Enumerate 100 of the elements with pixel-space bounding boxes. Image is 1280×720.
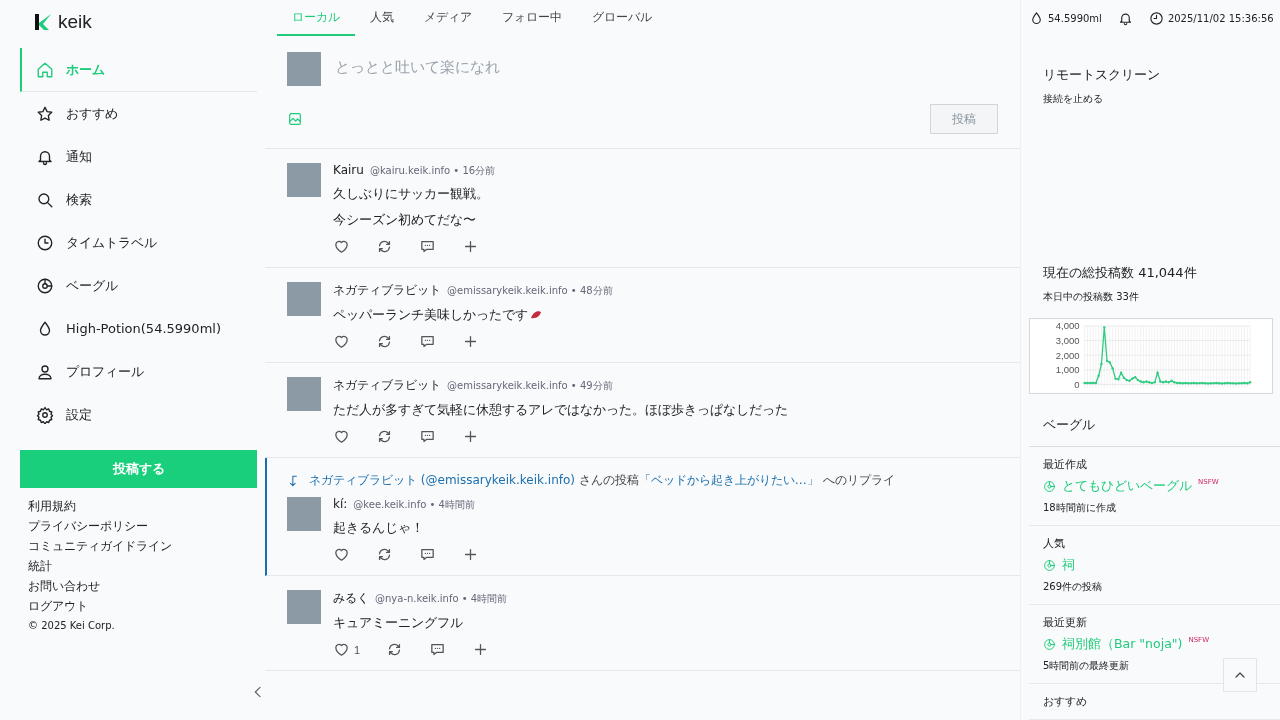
heart-icon xyxy=(333,238,350,255)
bagel-meta: 18時間前に作成 xyxy=(1043,501,1117,515)
nav-item[interactable]: ベーグル xyxy=(20,264,257,307)
person-icon xyxy=(36,362,54,381)
timeline-tab[interactable]: メディア xyxy=(409,0,487,36)
star-icon xyxy=(36,104,54,123)
data-point xyxy=(1119,371,1123,374)
avatar-image xyxy=(287,52,321,86)
footer-link[interactable]: お問い合わせ xyxy=(28,578,249,595)
like-button[interactable] xyxy=(333,546,350,563)
y-tick-label: 2,000 xyxy=(1055,349,1080,361)
data-point xyxy=(1097,374,1100,377)
like-button[interactable] xyxy=(333,333,350,350)
timeline-tab[interactable]: グローバル xyxy=(577,0,667,36)
nav-item[interactable]: おすすめ xyxy=(20,92,257,135)
nav-item[interactable]: タイムトラベル xyxy=(20,221,257,264)
copyright-text: © 2025 Kei Corp. xyxy=(28,620,116,631)
avatar-image xyxy=(287,497,321,531)
comment-icon xyxy=(419,428,436,445)
timeline-tab[interactable]: フォロー中 xyxy=(487,0,577,36)
post-meta: @emissarykeik.keik.info • 48分前 xyxy=(447,284,613,298)
reply-button[interactable] xyxy=(419,333,436,350)
y-tick-label: 1,000 xyxy=(1055,364,1080,376)
like-button[interactable] xyxy=(333,428,350,445)
add-button[interactable] xyxy=(462,238,479,255)
y-tick-label: 0 xyxy=(1074,378,1080,390)
section-title: リモートスクリーン xyxy=(1043,65,1161,84)
comment-icon xyxy=(419,333,436,350)
repost-icon xyxy=(376,333,393,350)
nav-item[interactable]: 通知 xyxy=(20,135,257,178)
nav-item[interactable]: プロフィール xyxy=(20,350,257,393)
like-button[interactable] xyxy=(333,238,350,255)
reply-button[interactable] xyxy=(419,238,436,255)
like-button[interactable]: 1 xyxy=(333,641,361,658)
bagel-icon xyxy=(1043,559,1056,572)
avatar-image xyxy=(287,282,321,316)
add-button[interactable] xyxy=(462,333,479,350)
search-icon xyxy=(36,190,54,209)
reply-button[interactable] xyxy=(419,546,436,563)
reply-button[interactable] xyxy=(419,428,436,445)
repost-button[interactable] xyxy=(376,238,393,255)
bagel-meta: 5時間前の最終更新 xyxy=(1043,659,1131,673)
footer-link[interactable]: 統計 xyxy=(28,558,249,575)
nav-item[interactable]: High-Potion(54.5990ml) xyxy=(20,307,257,350)
plus-icon xyxy=(462,238,479,255)
post-meta: @kairu.keik.info • 16分前 xyxy=(369,164,496,178)
repost-button[interactable] xyxy=(376,333,393,350)
user-name[interactable]: みるく xyxy=(333,590,369,607)
post-meta: @emissarykeik.keik.info • 49分前 xyxy=(447,379,613,393)
add-button[interactable] xyxy=(462,428,479,445)
nav-item[interactable]: 検索 xyxy=(20,178,257,221)
footer-link[interactable]: コミュニティガイドライン xyxy=(28,538,249,555)
heart-icon xyxy=(333,428,350,445)
logo-icon xyxy=(34,13,52,31)
section-heading: 最近更新 xyxy=(1043,615,1088,630)
clock-icon xyxy=(36,233,54,252)
comment-icon xyxy=(419,546,436,563)
data-point xyxy=(1156,371,1159,374)
post-meta: @kee.keik.info • 4時間前 xyxy=(353,498,475,512)
avatar-image xyxy=(287,377,321,411)
date-time: 2025/11/02 15:36:56 xyxy=(1167,13,1274,25)
disconnect-link[interactable]: 接続を止める xyxy=(1043,91,1280,106)
comment-icon xyxy=(419,238,436,255)
logo-text: keik xyxy=(58,11,92,33)
today-posts-text: 本日中の投稿数 33件 xyxy=(1043,289,1140,304)
footer-link[interactable]: ログアウト xyxy=(28,598,249,615)
post-text: キュアミーニングフル xyxy=(333,614,463,632)
plus-icon xyxy=(462,546,479,563)
heart-icon xyxy=(333,641,350,658)
settings-icon xyxy=(36,405,54,424)
avatar-image xyxy=(287,163,321,197)
compose-field[interactable]: とっとと吐いて楽になれ xyxy=(335,52,998,82)
user-link[interactable]: ネガティブラビット (@emissarykeik.keik.info) xyxy=(309,473,575,487)
total-posts-title: 現在の総投稿数 41,044件 xyxy=(1043,263,1198,282)
section-title: ベーグル xyxy=(1029,394,1280,447)
post-text: ただ人が多すぎて気軽に休憩するアレではなかった。ほぼ歩きっぱなしだった xyxy=(333,401,788,419)
plus-icon xyxy=(462,428,479,445)
y-tick-label: 4,000 xyxy=(1055,320,1080,332)
bagel-icon xyxy=(1043,638,1056,651)
plus-icon xyxy=(462,333,479,350)
post-text: 今シーズン初めてだな〜 xyxy=(333,211,476,229)
user-name[interactable]: ネガティブラビット xyxy=(333,282,441,299)
nav-item[interactable]: 設定 xyxy=(20,393,257,436)
repost-button[interactable] xyxy=(376,428,393,445)
data-point xyxy=(1100,362,1103,366)
bagel-icon xyxy=(36,276,54,295)
reply-button[interactable] xyxy=(429,641,447,658)
post-text: 起きるんじゃ！ xyxy=(333,519,424,537)
user-name[interactable]: Kairu xyxy=(333,163,364,177)
footer-link[interactable]: 利用規約 xyxy=(28,498,249,515)
avatar-image xyxy=(287,590,321,624)
bell-icon xyxy=(1117,11,1133,27)
add-button[interactable] xyxy=(462,546,479,563)
repost-button[interactable] xyxy=(376,546,393,563)
post-link[interactable]: 「ベッドから起き上がりたい…」 xyxy=(638,473,819,487)
footer-link[interactable]: プライバシーポリシー xyxy=(28,518,249,535)
user-name[interactable]: ネガティブラビット xyxy=(333,377,441,394)
post-text: ペッパーランチ美味しかったです xyxy=(333,306,528,324)
timeline-tab[interactable]: 人気 xyxy=(355,0,409,36)
user-name[interactable]: kí: xyxy=(333,497,348,511)
